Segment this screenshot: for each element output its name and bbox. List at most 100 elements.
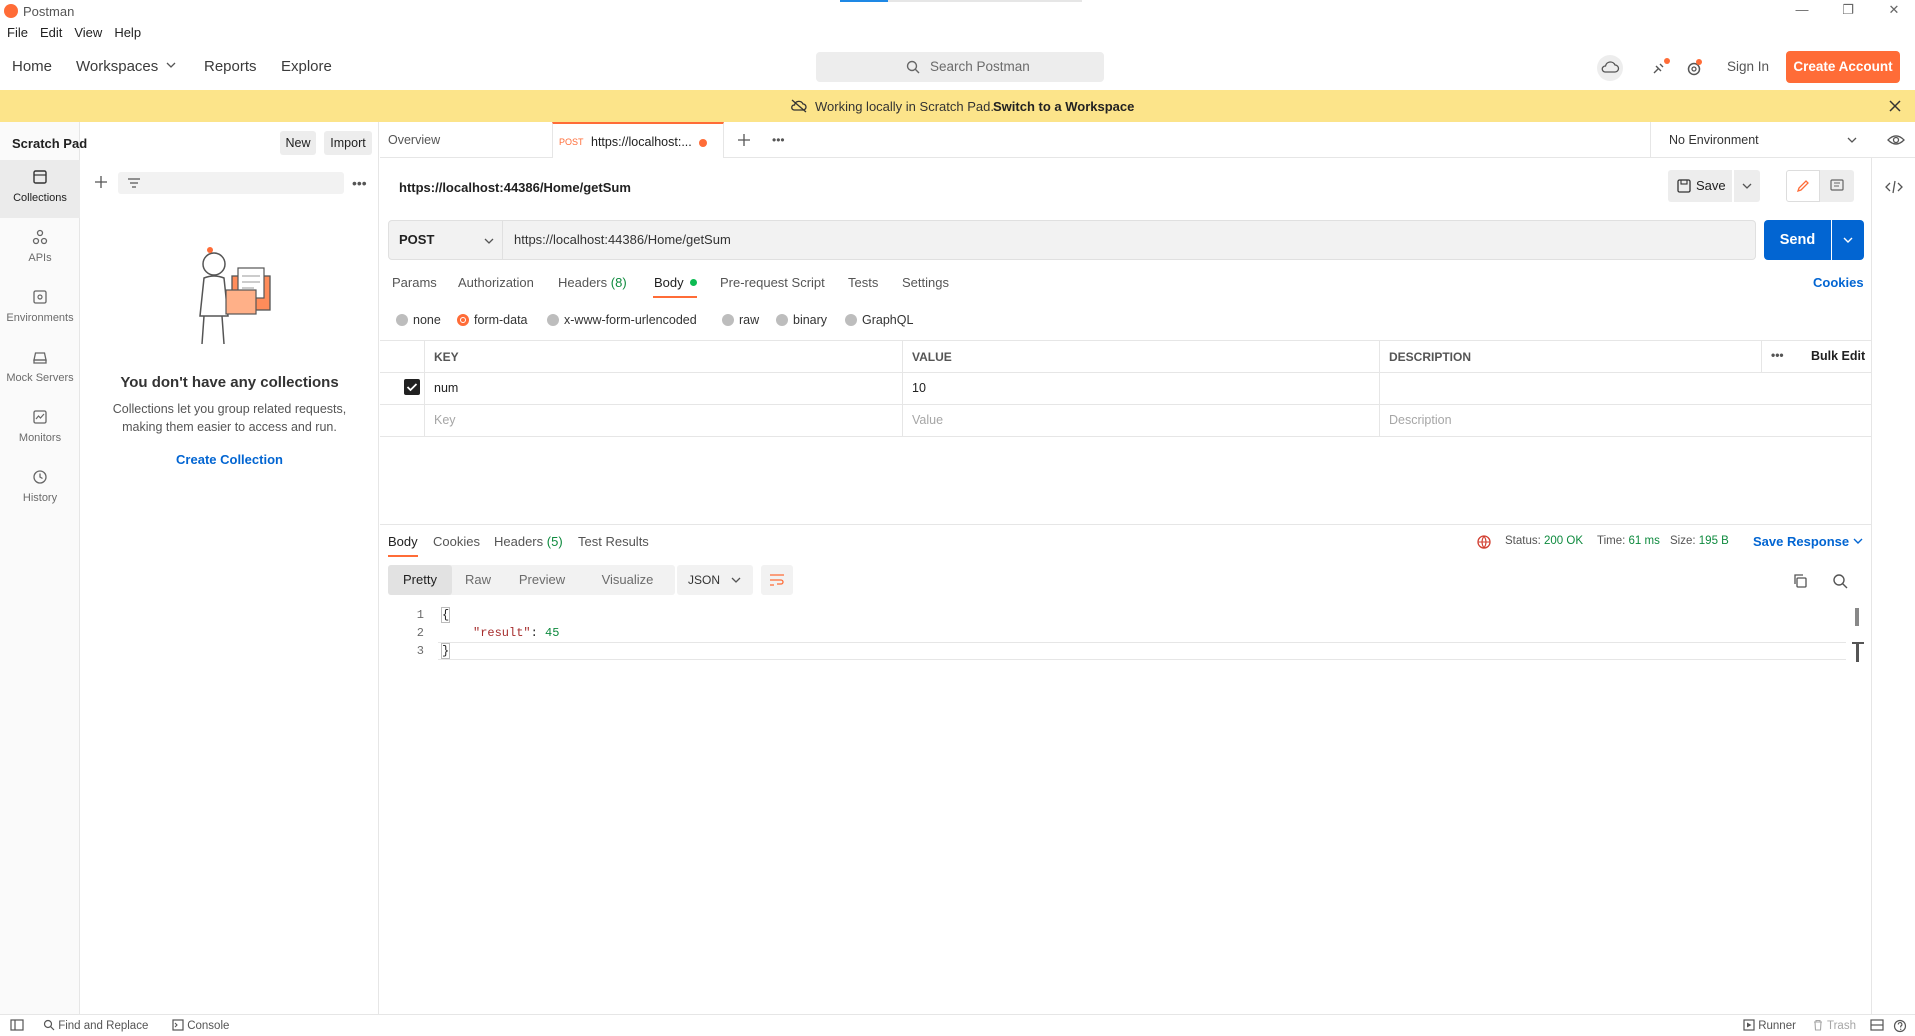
description-placeholder[interactable]: Description [1379,405,1871,436]
radio-none[interactable]: none [396,313,441,327]
method-select[interactable]: POST [388,220,503,260]
find-replace-button[interactable]: Find and Replace [43,1019,148,1032]
loading-bar [840,0,1082,2]
rail-history[interactable]: History [0,460,80,518]
rail-mock-servers[interactable]: Mock Servers [0,340,80,398]
copy-icon[interactable] [1792,573,1808,589]
radio-graphql[interactable]: GraphQL [845,313,913,327]
response-divider[interactable] [380,524,1871,525]
table-options-icon[interactable]: ••• [1761,341,1801,372]
tab-pre-request-script[interactable]: Pre-request Script [720,275,825,290]
tab-tests[interactable]: Tests [848,275,878,290]
globe-network-icon[interactable] [1476,534,1492,550]
chevron-down-icon[interactable] [166,60,176,70]
save-response-button[interactable]: Save Response [1753,534,1863,549]
row-description[interactable] [1379,373,1871,404]
create-collection-link[interactable]: Create Collection [80,452,379,467]
console-button[interactable]: Console [172,1019,229,1032]
search-input[interactable]: Search Postman [816,52,1104,82]
response-tab-headers[interactable]: Headers (5) [494,534,563,549]
nav-workspaces[interactable]: Workspaces [76,58,158,75]
sign-in-button[interactable]: Sign In [1727,59,1769,74]
documentation-button[interactable] [1820,170,1854,202]
trash-button[interactable]: Trash [1812,1019,1856,1032]
radio-binary[interactable]: binary [776,313,827,327]
add-icon[interactable] [94,175,108,189]
save-button[interactable]: Save [1668,170,1732,202]
settings-gear-icon[interactable] [1681,55,1707,81]
value-placeholder[interactable]: Value [902,405,1379,436]
view-preview[interactable]: Preview [504,565,580,595]
import-button[interactable]: Import [324,131,372,155]
send-dropdown-button[interactable] [1832,220,1864,260]
url-input[interactable]: https://localhost:44386/Home/getSum [503,220,1756,260]
tab-active-request[interactable]: POST https://localhost:... [552,122,724,158]
toggle-sidebar-icon[interactable] [10,1019,24,1031]
cookies-link[interactable]: Cookies [1813,275,1864,290]
row-checkbox[interactable] [404,379,420,395]
satellite-icon[interactable] [1646,55,1672,81]
response-tab-test-results[interactable]: Test Results [578,534,649,549]
runner-button[interactable]: Runner [1743,1019,1796,1032]
rail-apis[interactable]: APIs [0,220,80,278]
response-tab-body[interactable]: Body [388,534,418,549]
request-name[interactable]: https://localhost:44386/Home/getSum [399,180,631,195]
response-tab-cookies[interactable]: Cookies [433,534,480,549]
tab-overview[interactable]: Overview [388,122,440,158]
menu-view[interactable]: View [74,22,102,44]
response-code-editor[interactable]: 1 2 3 { "result": 45 } [388,606,1858,1006]
close-icon[interactable]: ✕ [1884,2,1904,20]
menu-file[interactable]: File [7,22,28,44]
radio-x-www-form-urlencoded[interactable]: x-www-form-urlencoded [547,313,697,327]
rail-environments[interactable]: Environments [0,280,80,338]
menu-help[interactable]: Help [114,22,141,44]
environment-quick-look-eye-icon[interactable] [1887,132,1905,148]
row-value[interactable]: 10 [902,373,1379,404]
radio-form-data[interactable]: form-data [457,313,528,327]
monitors-icon [31,408,49,426]
format-select[interactable]: JSON [677,565,753,595]
row-key[interactable]: num [424,373,902,404]
bulk-edit-button[interactable]: Bulk Edit [1811,349,1865,363]
view-pretty[interactable]: Pretty [388,565,452,595]
edit-request-button[interactable] [1786,170,1820,202]
radio-raw[interactable]: raw [722,313,759,327]
environment-selector[interactable]: No Environment [1650,122,1875,158]
send-button[interactable]: Send [1764,220,1831,260]
view-visualize[interactable]: Visualize [580,565,675,595]
wrap-lines-button[interactable] [761,565,793,595]
new-button[interactable]: New [280,131,316,155]
restore-icon[interactable]: ❐ [1838,2,1858,20]
editor-scrollbar-thumb[interactable] [1855,608,1859,626]
code-line-result: "result": 45 [473,626,560,640]
filter-input[interactable] [118,172,344,194]
nav-reports[interactable]: Reports [204,58,257,75]
menu-edit[interactable]: Edit [40,22,62,44]
response-tab-underline [388,555,418,557]
two-pane-view-icon[interactable] [1870,1019,1884,1031]
help-icon[interactable] [1893,1019,1907,1033]
more-options-icon[interactable]: ••• [352,176,367,190]
cloud-sync-icon[interactable] [1597,55,1623,81]
nav-home[interactable]: Home [12,58,52,75]
switch-workspace-link[interactable]: Switch to a Workspace [993,99,1134,114]
tab-headers[interactable]: Headers (8) [558,275,627,290]
tab-body[interactable]: Body [654,275,698,290]
app-header: Home Workspaces Reports Explore Search P… [0,44,1915,90]
nav-explore[interactable]: Explore [281,58,332,75]
line-number: 1 [416,608,424,622]
close-banner-icon[interactable] [1888,99,1902,113]
rail-collections[interactable]: Collections [0,160,80,218]
rail-monitors[interactable]: Monitors [0,400,80,458]
create-account-button[interactable]: Create Account [1786,51,1900,83]
view-raw[interactable]: Raw [452,565,504,595]
tab-options-icon[interactable]: ••• [772,134,785,146]
search-response-icon[interactable] [1832,573,1848,589]
new-tab-icon[interactable] [737,133,751,147]
tab-params[interactable]: Params [392,275,437,290]
tab-authorization[interactable]: Authorization [458,275,534,290]
tab-settings[interactable]: Settings [902,275,949,290]
save-dropdown-button[interactable] [1734,170,1760,202]
key-placeholder[interactable]: Key [424,405,902,436]
minimize-icon[interactable]: — [1792,2,1812,20]
